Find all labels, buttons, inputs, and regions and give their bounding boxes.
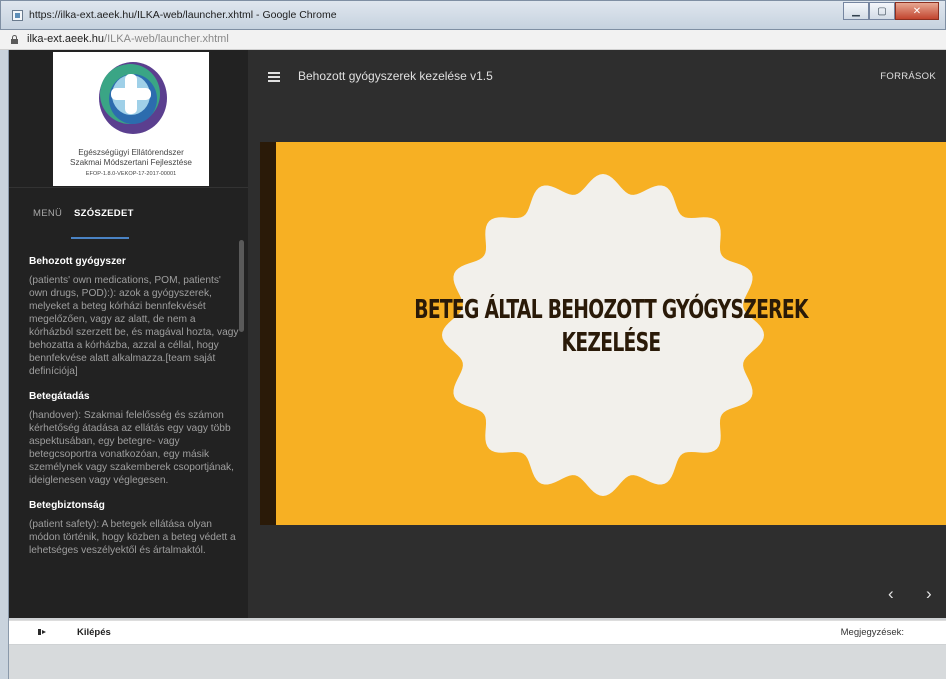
hamburger-menu-icon[interactable] xyxy=(268,72,280,82)
glossary-definition: (patients' own medications, POM, patient… xyxy=(29,275,239,377)
slide-title-line1: BETEG ÁLTAL BEHOZOTT GYÓGYSZEREK xyxy=(414,295,808,325)
footer-bar: Kilépés Megjegyzések: xyxy=(9,620,946,644)
sidebar-tabs: MENÜ SZÓSZEDET xyxy=(9,200,248,240)
previous-slide-button[interactable]: ‹ xyxy=(888,584,894,604)
logo-text-line3: EFOP-1.8.0-VEKOP-17-2017-00001 xyxy=(85,171,177,177)
app-area: Egészségügyi Ellátórendszer Szakmai Móds… xyxy=(9,50,946,618)
slide-title: BETEG ÁLTAL BEHOZOTT GYÓGYSZEREK KEZELÉS… xyxy=(358,294,863,360)
maximize-button[interactable]: ▢ xyxy=(869,2,895,20)
glossary-list: Behozott gyógyszer (patients' own medica… xyxy=(29,256,239,570)
close-button[interactable]: ✕ xyxy=(895,2,939,20)
url-path: /ILKA-web/launcher.xhtml xyxy=(104,33,229,45)
logo-text-line1: Egészségügyi Ellátórendszer xyxy=(78,148,184,157)
course-title: Behozott gyógyszerek kezelése v1.5 xyxy=(298,69,493,83)
next-slide-button[interactable]: › xyxy=(926,584,932,604)
page-background xyxy=(9,645,946,679)
active-tab-indicator xyxy=(71,237,129,239)
minimize-button[interactable]: ▁ xyxy=(843,2,869,20)
tab-menu[interactable]: MENÜ xyxy=(33,208,62,219)
slide: BETEG ÁLTAL BEHOZOTT GYÓGYSZEREK KEZELÉS… xyxy=(260,142,946,525)
glossary-term: Betegbiztonság xyxy=(29,500,105,511)
page-favicon-icon xyxy=(12,10,23,21)
sidebar: Egészségügyi Ellátórendszer Szakmai Móds… xyxy=(9,50,248,618)
lock-icon xyxy=(11,35,18,44)
slide-title-line2: KEZELÉSE xyxy=(561,328,662,358)
window-title: https://ilka-ext.aeek.hu/ILKA-web/launch… xyxy=(29,9,337,21)
window-title-bar: https://ilka-ext.aeek.hu/ILKA-web/launch… xyxy=(0,0,946,30)
logo: Egészségügyi Ellátórendszer Szakmai Móds… xyxy=(53,52,209,186)
url-host: ilka-ext.aeek.hu xyxy=(27,33,105,45)
logo-emblem-icon xyxy=(99,62,167,134)
sidebar-divider xyxy=(9,187,248,188)
slide-accent-bar xyxy=(260,142,276,525)
resources-button[interactable]: FORRÁSOK xyxy=(880,71,936,82)
glossary-definition: (patient safety): A betegek ellátása oly… xyxy=(29,519,236,556)
glossary-term: Behozott gyógyszer xyxy=(29,256,126,267)
glossary-definition: (handover): Szakmai felelősség és számon… xyxy=(29,410,234,486)
notes-label: Megjegyzések: xyxy=(840,627,904,638)
sidebar-scrollbar[interactable] xyxy=(239,240,244,332)
glossary-term: Betegátadás xyxy=(29,391,90,402)
logout-icon[interactable] xyxy=(38,629,46,635)
tab-glossary[interactable]: SZÓSZEDET xyxy=(74,208,134,219)
address-bar[interactable]: ilka-ext.aeek.hu/ILKA-web/launcher.xhtml xyxy=(0,30,946,50)
logo-text-line2: Szakmai Módszertani Fejlesztése xyxy=(70,158,192,167)
window-controls: ▁ ▢ ✕ xyxy=(843,2,939,22)
course-header: Behozott gyógyszerek kezelése v1.5 FORRÁ… xyxy=(248,50,946,102)
url-text[interactable]: ilka-ext.aeek.hu/ILKA-web/launcher.xhtml xyxy=(27,33,229,45)
logout-button[interactable]: Kilépés xyxy=(77,627,111,638)
window-left-frame xyxy=(0,50,9,679)
